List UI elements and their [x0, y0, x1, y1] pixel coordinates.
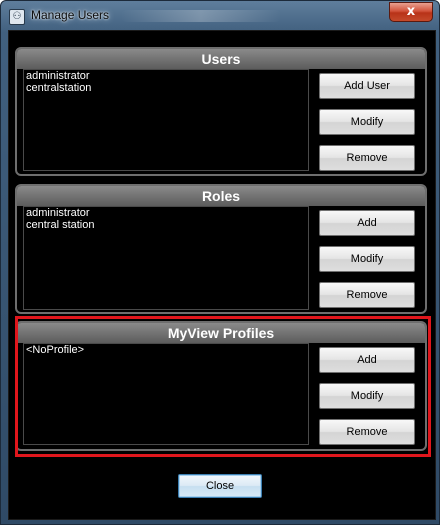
red-highlight-box — [15, 316, 431, 457]
list-item[interactable]: administrator — [24, 70, 308, 82]
list-item[interactable]: administrator — [24, 207, 308, 219]
title-bar[interactable]: ⚇ Manage Users x — [1, 1, 439, 29]
remove-role-button[interactable]: Remove — [319, 282, 415, 308]
users-header: Users — [17, 49, 425, 69]
manage-users-window: ⚇ Manage Users x Users administrator cen… — [0, 0, 440, 525]
add-user-button[interactable]: Add User — [319, 73, 415, 99]
list-item[interactable]: centralstation — [24, 82, 308, 94]
users-listbox[interactable]: administrator centralstation — [23, 69, 309, 171]
window-title: Manage Users — [31, 8, 110, 22]
modify-role-button[interactable]: Modify — [319, 246, 415, 272]
users-group: Users administrator centralstation Add U… — [15, 47, 427, 176]
close-button[interactable]: Close — [178, 474, 262, 498]
roles-listbox[interactable]: administrator central station — [23, 206, 309, 310]
window-close-button[interactable]: x — [389, 2, 433, 22]
list-item[interactable]: central station — [24, 219, 308, 231]
add-role-button[interactable]: Add — [319, 210, 415, 236]
roles-group: Roles administrator central station Add … — [15, 184, 427, 314]
remove-user-button[interactable]: Remove — [319, 145, 415, 171]
modify-user-button[interactable]: Modify — [319, 109, 415, 135]
users-icon: ⚇ — [9, 9, 25, 25]
title-glass-blur — [121, 10, 281, 22]
roles-header: Roles — [17, 186, 425, 206]
